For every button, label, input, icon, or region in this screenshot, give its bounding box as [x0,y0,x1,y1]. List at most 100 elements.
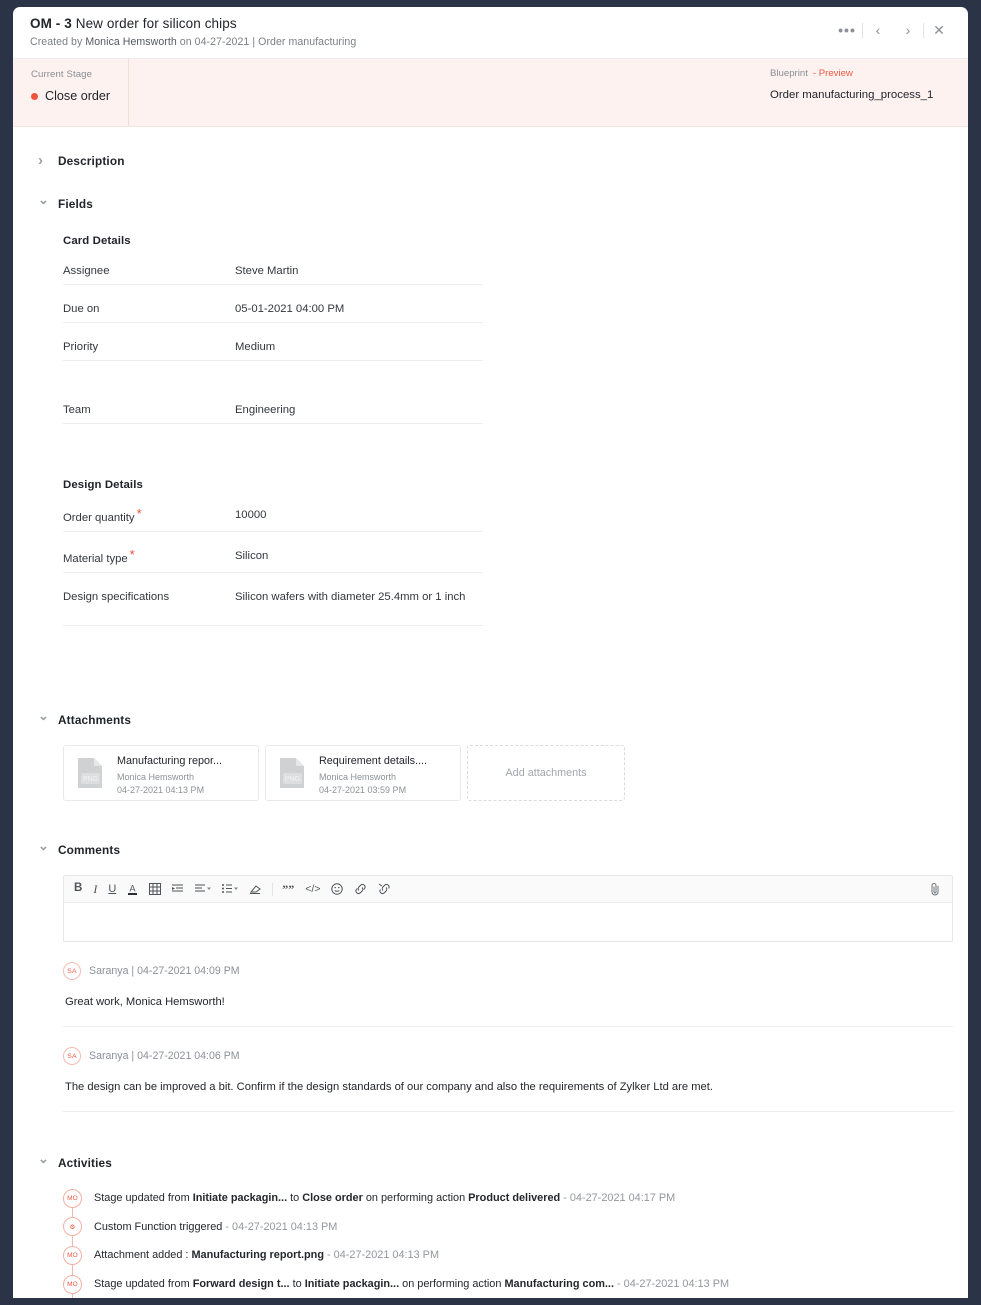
divider [272,882,274,896]
field-value: Steve Martin [235,265,299,277]
field-assignee[interactable]: Assignee Steve Martin [63,247,483,285]
created-by-label: Created by [30,36,83,48]
current-stage-value: Close order [31,89,110,103]
required-marker: * [129,547,135,562]
list-icon[interactable] [222,883,239,895]
field-value: 05-01-2021 04:00 PM [235,303,345,315]
field-material-type[interactable]: Material type * Silicon [63,532,483,573]
activity-text: Attachment added : Manufacturing report.… [94,1249,440,1262]
table-icon[interactable] [149,883,162,895]
comment-timestamp: 04-27-2021 04:09 PM [137,965,240,977]
unlink-icon[interactable] [378,883,391,895]
editor-toolbar: B I U A ”” </> [64,876,952,903]
underline-icon[interactable]: U [108,883,116,895]
field-design-specifications[interactable]: Design specifications Silicon wafers wit… [63,573,483,626]
attachment-date: 04-27-2021 03:59 PM [319,785,407,795]
font-color-icon[interactable]: A [127,883,138,896]
comment-author: Saranya [89,965,129,977]
comment-text: The design can be improved a bit. Confir… [65,1081,713,1093]
activity-row: MO Stage updated from Forward design t...… [63,1269,968,1298]
blueprint-header: Blueprint - Preview [770,68,935,79]
field-due-on[interactable]: Due on 05-01-2021 04:00 PM [63,285,483,323]
attachment-card[interactable]: PNG Manufacturing repor... Monica Hemswo… [63,745,259,801]
bold-icon[interactable]: B [74,883,82,895]
page-title: OM - 3 New order for silicon chips [30,16,968,31]
card-detail-window: OM - 3 New order for silicon chips Creat… [13,7,968,1298]
stage-bar: Current Stage Close order Blueprint - Pre… [13,59,968,127]
current-stage-box[interactable]: Current Stage Close order [13,59,130,126]
card-header: OM - 3 New order for silicon chips Creat… [13,7,968,59]
section-description[interactable]: Description [13,154,968,168]
comment-meta: Saranya | 04-27-2021 04:09 PM [89,965,240,977]
attachment-date: 04-27-2021 04:13 PM [117,785,205,795]
comment-input[interactable] [64,903,952,941]
add-attachments-button[interactable]: Add attachments [467,745,625,801]
stage-dot-icon [31,92,38,100]
field-value: Silicon [235,550,269,562]
emoji-icon[interactable] [331,883,344,895]
svg-text:PNG: PNG [83,776,98,783]
chevron-right-icon[interactable] [38,155,47,168]
previous-record-icon[interactable]: ‹ [863,21,893,39]
quote-icon[interactable]: ”” [282,883,294,895]
field-value: Engineering [235,404,296,416]
chevron-down-icon[interactable] [38,714,47,726]
field-priority[interactable]: Priority Medium [63,323,483,361]
field-value: Medium [235,341,276,353]
chevron-down-icon[interactable] [38,198,47,210]
paperclip-icon[interactable] [930,882,942,901]
blueprint-preview-link[interactable]: - Preview [813,68,853,79]
align-icon[interactable] [195,883,212,895]
attachment-author: Monica Hemsworth [117,772,195,782]
next-record-icon[interactable]: › [893,21,923,39]
header-actions: ••• ‹ › ✕ [832,21,954,39]
code-icon[interactable]: </> [305,884,320,895]
blueprint-label: Blueprint [770,68,808,79]
chevron-down-icon[interactable] [38,844,47,856]
png-file-icon: PNG [274,754,312,792]
field-label: Material type * [63,547,135,565]
svg-text:A: A [130,883,136,893]
card-subtitle: Created by Monica Hemsworth on 04-27-202… [30,36,968,48]
link-icon[interactable] [354,883,367,895]
field-label: Order quantity * [63,506,142,524]
more-options-icon[interactable]: ••• [832,21,862,39]
attachment-name: Manufacturing repor... [117,755,223,767]
comment-editor[interactable]: B I U A ”” </> [63,875,953,942]
current-stage-text: Close order [45,89,111,103]
field-label: Priority [63,341,99,353]
eraser-icon[interactable] [249,883,262,895]
section-activities[interactable]: Activities [13,1156,968,1170]
section-attachments[interactable]: Attachments [13,713,968,727]
indent-icon[interactable] [172,883,184,895]
attachment-card[interactable]: PNG Requirement details.... Monica Hemsw… [265,745,461,801]
activities-timeline: MO Stage updated from Initiate packagin..… [63,1184,968,1298]
field-team[interactable]: Team Engineering [63,386,483,424]
field-value: Silicon wafers with diameter 25.4mm or 1… [235,591,466,603]
blueprint-box[interactable]: Blueprint - Preview Order manufacturing_p… [770,68,935,102]
card-code: OM - 3 [30,16,72,31]
field-label: Assignee [63,265,110,277]
png-file-icon: PNG [72,754,110,792]
blueprint-name: Order manufacturing_process_1 [770,89,934,101]
section-fields[interactable]: Fields [13,197,968,211]
activity-text: Stage updated from Forward design t... t… [94,1278,730,1291]
attachment-name: Requirement details.... [319,755,428,767]
section-attachments-label: Attachments [58,713,132,727]
comment-author: Saranya [89,1050,129,1062]
attachment-meta: Manufacturing repor... Monica Hemsworth … [117,751,222,795]
close-icon[interactable]: ✕ [924,21,954,39]
current-stage-label: Current Stage [31,69,93,80]
created-date: on 04-27-2021 [179,36,250,48]
chevron-down-icon[interactable] [38,1157,47,1169]
section-comments[interactable]: Comments [13,843,968,857]
field-empty [63,424,483,449]
comment-item: SA Saranya | 04-27-2021 04:09 PM Great w… [63,962,953,1027]
creator-name: Monica Hemsworth [85,36,177,48]
avatar: MO [63,1274,82,1294]
field-value: 10000 [235,509,267,521]
design-details-subheading: Design Details [63,479,143,491]
italic-icon[interactable]: I [93,883,97,895]
activity-text: Custom Function triggered - 04-27-2021 0… [94,1220,338,1233]
field-order-quantity[interactable]: Order quantity * 10000 [63,491,483,532]
